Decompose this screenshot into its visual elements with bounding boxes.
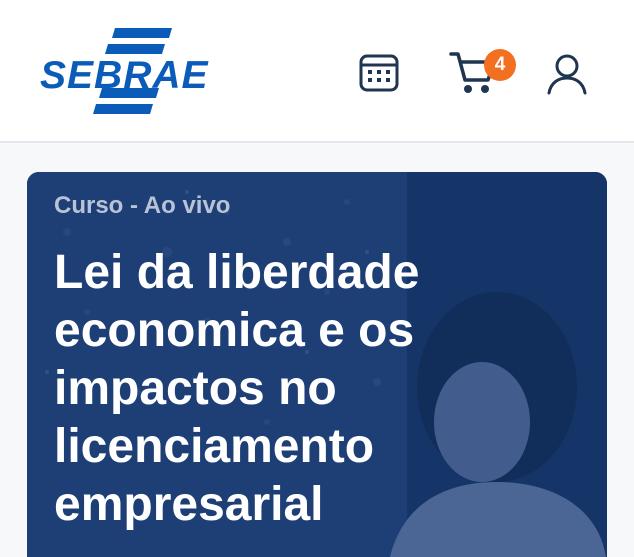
site-header: SEBRAE 4 <box>0 0 634 143</box>
course-type-label: Curso - Ao vivo <box>54 192 231 219</box>
calendar-icon <box>359 54 399 92</box>
user-icon <box>547 54 587 95</box>
sebrae-logo[interactable]: SEBRAE <box>40 26 230 120</box>
logo-wordmark: SEBRAE <box>40 54 209 97</box>
calendar-button[interactable] <box>358 51 402 95</box>
course-hero-card[interactable]: Curso - Ao vivo Lei da liberdade economi… <box>27 172 607 557</box>
course-title: Lei da liberdade economica e os impactos… <box>54 246 420 531</box>
cart-count-badge: 4 <box>484 49 516 81</box>
user-account-button[interactable] <box>545 52 589 96</box>
